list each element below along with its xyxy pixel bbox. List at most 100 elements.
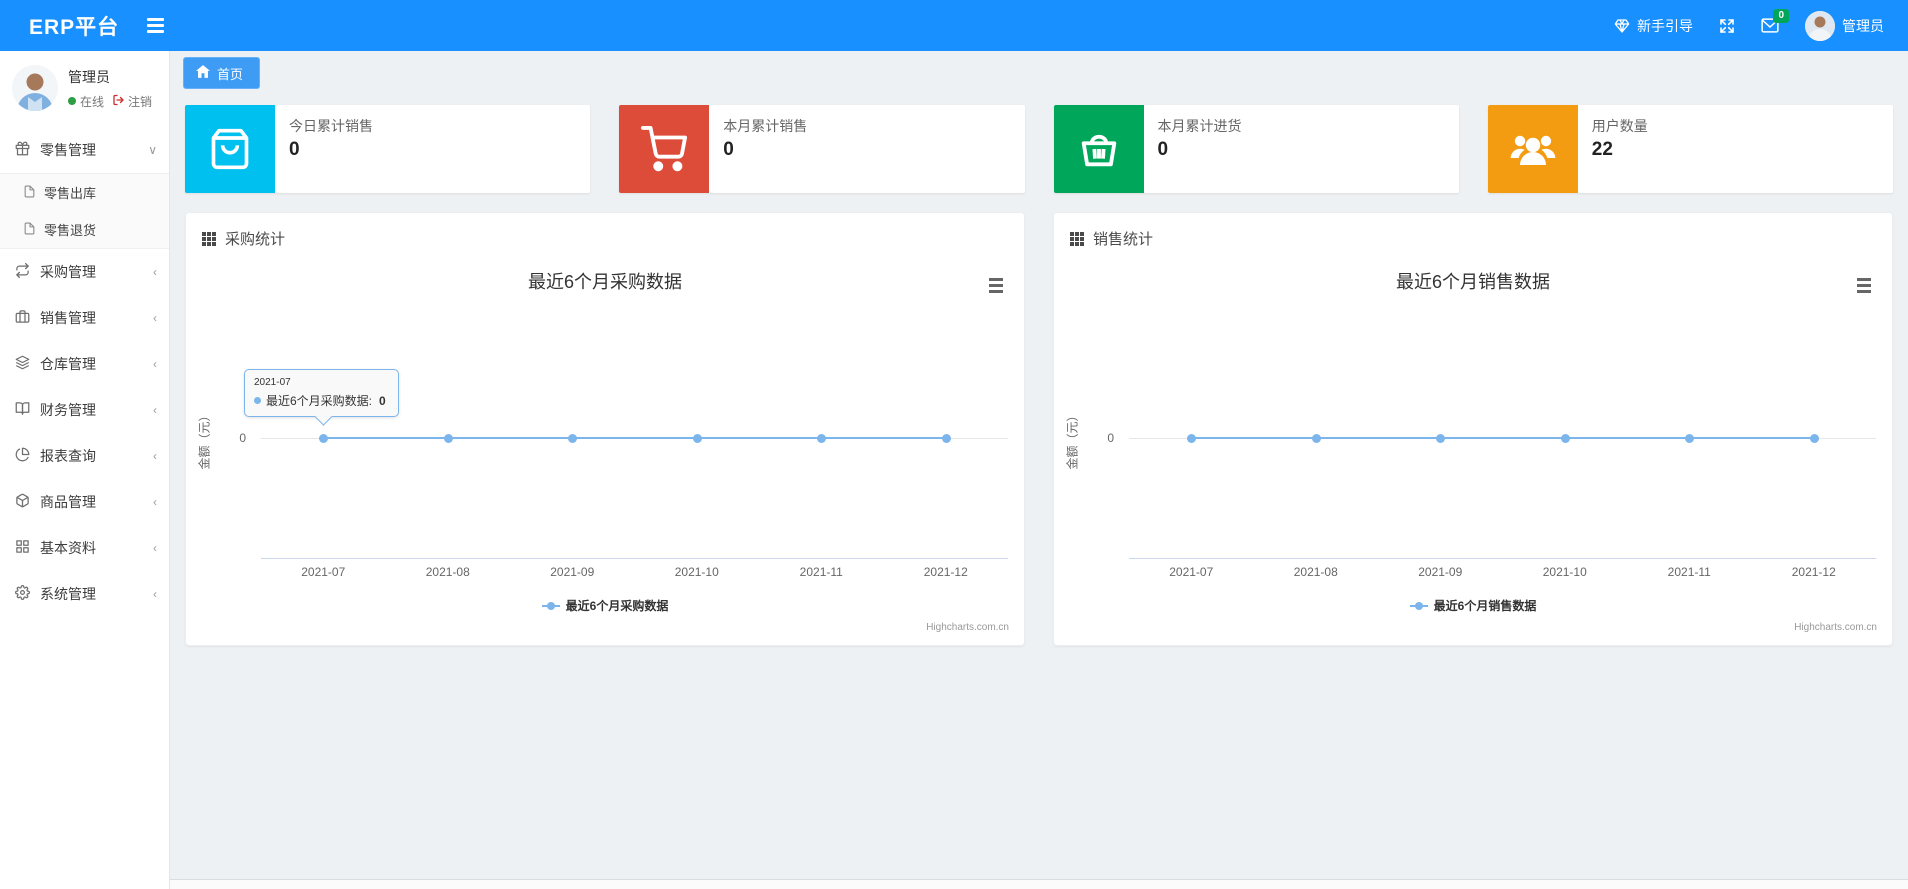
sidebar-item-retail[interactable]: 零售管理 ∨ <box>0 127 169 173</box>
chart-legend[interactable]: 最近6个月销售数据 <box>1054 597 1892 614</box>
sidebar-item-basic-data[interactable]: 基本资料 ‹ <box>0 525 169 571</box>
sidebar-item-finance[interactable]: 财务管理 ‹ <box>0 387 169 433</box>
briefcase-icon <box>15 309 30 327</box>
data-point[interactable] <box>319 434 328 443</box>
file-icon <box>23 222 36 238</box>
chevron-left-icon: ‹ <box>153 403 157 417</box>
sidebar-item-retail-return[interactable]: 零售退货 <box>0 211 169 248</box>
gear-icon <box>15 585 30 603</box>
logout-label: 注销 <box>128 94 153 109</box>
sidebar-item-label: 采购管理 <box>40 264 96 280</box>
sidebar-item-reports[interactable]: 报表查询 ‹ <box>0 433 169 479</box>
sidebar-item-warehouse[interactable]: 仓库管理 ‹ <box>0 341 169 387</box>
panel-purchase-stats: 采购统计 最近6个月采购数据 金额（元） 0 2021-07 2021-08 2… <box>185 212 1025 646</box>
app-logo[interactable]: ERP平台 <box>0 11 119 41</box>
layers-icon <box>15 355 30 373</box>
sidebar-item-retail-outbound[interactable]: 零售出库 <box>0 174 169 211</box>
tab-home[interactable]: 首页 <box>183 57 261 89</box>
card-today-sales[interactable]: 今日累计销售 0 <box>185 105 591 193</box>
sidebar-toggle-button[interactable] <box>141 12 170 39</box>
y-axis-title: 金额（元） <box>197 409 212 470</box>
fullscreen-button[interactable] <box>1719 18 1735 34</box>
legend-marker-icon <box>541 601 560 610</box>
card-month-sales[interactable]: 本月累计销售 0 <box>619 105 1025 193</box>
y-axis-tick: 0 <box>1107 431 1114 445</box>
sidebar-item-label: 财务管理 <box>40 402 96 418</box>
data-point[interactable] <box>1436 434 1445 443</box>
sidebar-item-label: 报表查询 <box>40 448 96 464</box>
repeat-icon <box>15 263 30 281</box>
chart-menu-button[interactable] <box>986 275 1006 296</box>
sidebar-item-system[interactable]: 系统管理 ‹ <box>0 571 169 617</box>
panel-sales-stats: 销售统计 最近6个月销售数据 金额（元） 0 2021-07 2021-08 2… <box>1053 212 1893 646</box>
data-point[interactable] <box>817 434 826 443</box>
chart-title: 最近6个月销售数据 <box>1395 272 1550 292</box>
purchase-chart: 最近6个月采购数据 金额（元） 0 2021-07 2021-08 2021-0… <box>186 213 1024 645</box>
sidebar-item-purchase[interactable]: 采购管理 ‹ <box>0 249 169 295</box>
shopping-basket-icon <box>1053 105 1144 193</box>
online-status-label: 在线 <box>80 94 105 109</box>
card-title: 本月累计销售 <box>723 118 808 134</box>
profile-name: 管理员 <box>68 68 110 85</box>
sidebar-item-sales[interactable]: 销售管理 ‹ <box>0 295 169 341</box>
sidebar-item-label: 零售退货 <box>44 223 97 238</box>
series-dot-icon <box>254 397 261 404</box>
tooltip-series: 最近6个月采购数据: <box>266 394 373 408</box>
x-axis-line <box>261 558 1008 559</box>
user-menu[interactable]: 管理员 <box>1805 10 1884 41</box>
data-point[interactable] <box>1561 434 1570 443</box>
card-title: 今日累计销售 <box>289 118 373 134</box>
sidebar: 管理员 在线 注销 零售管理 ∨ 零售出库 零售退货 采购管理 ‹ 销售管理 ‹… <box>0 51 170 889</box>
pie-chart-icon <box>15 447 30 465</box>
chart-title: 最近6个月采购数据 <box>527 272 682 292</box>
sidebar-item-label: 商品管理 <box>40 494 96 510</box>
data-point[interactable] <box>1810 434 1819 443</box>
chevron-left-icon: ‹ <box>153 587 157 601</box>
grid-icon <box>15 539 30 557</box>
data-point[interactable] <box>1187 434 1196 443</box>
highcharts-credit[interactable]: Highcharts.com.cn <box>926 622 1009 633</box>
data-point[interactable] <box>1685 434 1694 443</box>
data-point[interactable] <box>568 434 577 443</box>
sign-out-icon <box>112 94 125 109</box>
chevron-left-icon: ‹ <box>153 357 157 371</box>
avatar <box>12 65 58 111</box>
sidebar-item-label: 系统管理 <box>40 586 96 602</box>
sidebar-item-label: 零售出库 <box>44 186 97 201</box>
guide-link[interactable]: 新手引导 <box>1614 16 1693 36</box>
chevron-left-icon: ‹ <box>153 311 157 325</box>
legend-label: 最近6个月采购数据 <box>565 599 669 613</box>
avatar <box>1805 10 1835 41</box>
sidebar-item-products[interactable]: 商品管理 ‹ <box>0 479 169 525</box>
card-month-purchases[interactable]: 本月累计进货 0 <box>1053 105 1459 193</box>
messages-button[interactable]: 0 <box>1761 9 1789 33</box>
online-status-icon <box>68 97 76 105</box>
data-point[interactable] <box>444 434 453 443</box>
card-value: 0 <box>289 139 300 160</box>
chart-tooltip: 2021-07 最近6个月采购数据: 0 <box>244 369 399 417</box>
sidebar-item-label: 基本资料 <box>40 540 96 556</box>
highcharts-credit[interactable]: Highcharts.com.cn <box>1794 622 1877 633</box>
y-axis-title: 金额（元） <box>1065 409 1080 470</box>
card-value: 0 <box>1157 139 1169 160</box>
sidebar-item-label: 销售管理 <box>40 310 96 326</box>
shopping-bag-icon <box>185 105 275 193</box>
user-profile-panel: 管理员 在线 注销 <box>0 51 169 127</box>
card-user-count[interactable]: 用户数量 22 <box>1487 105 1893 193</box>
users-icon <box>1487 105 1578 193</box>
chart-menu-button[interactable] <box>1854 275 1874 296</box>
guide-label: 新手引导 <box>1637 17 1693 34</box>
chart-legend[interactable]: 最近6个月采购数据 <box>186 597 1024 614</box>
username-label: 管理员 <box>1842 17 1884 34</box>
retail-submenu: 零售出库 零售退货 <box>0 173 169 249</box>
stat-cards-row: 今日累计销售 0 本月累计销售 0 本月累计进货 0 用户数量 22 <box>185 105 1893 193</box>
sales-chart: 最近6个月销售数据 金额（元） 0 2021-07 2021-08 2021-0… <box>1054 213 1892 645</box>
gem-icon <box>1614 18 1630 34</box>
logout-link[interactable]: 注销 <box>112 93 152 110</box>
data-point[interactable] <box>1312 434 1321 443</box>
book-icon <box>15 401 30 419</box>
x-axis-labels: 2021-07 2021-08 2021-09 2021-10 2021-11 … <box>1169 565 1836 579</box>
data-point[interactable] <box>693 434 702 443</box>
data-point[interactable] <box>942 434 951 443</box>
home-icon <box>196 65 210 81</box>
